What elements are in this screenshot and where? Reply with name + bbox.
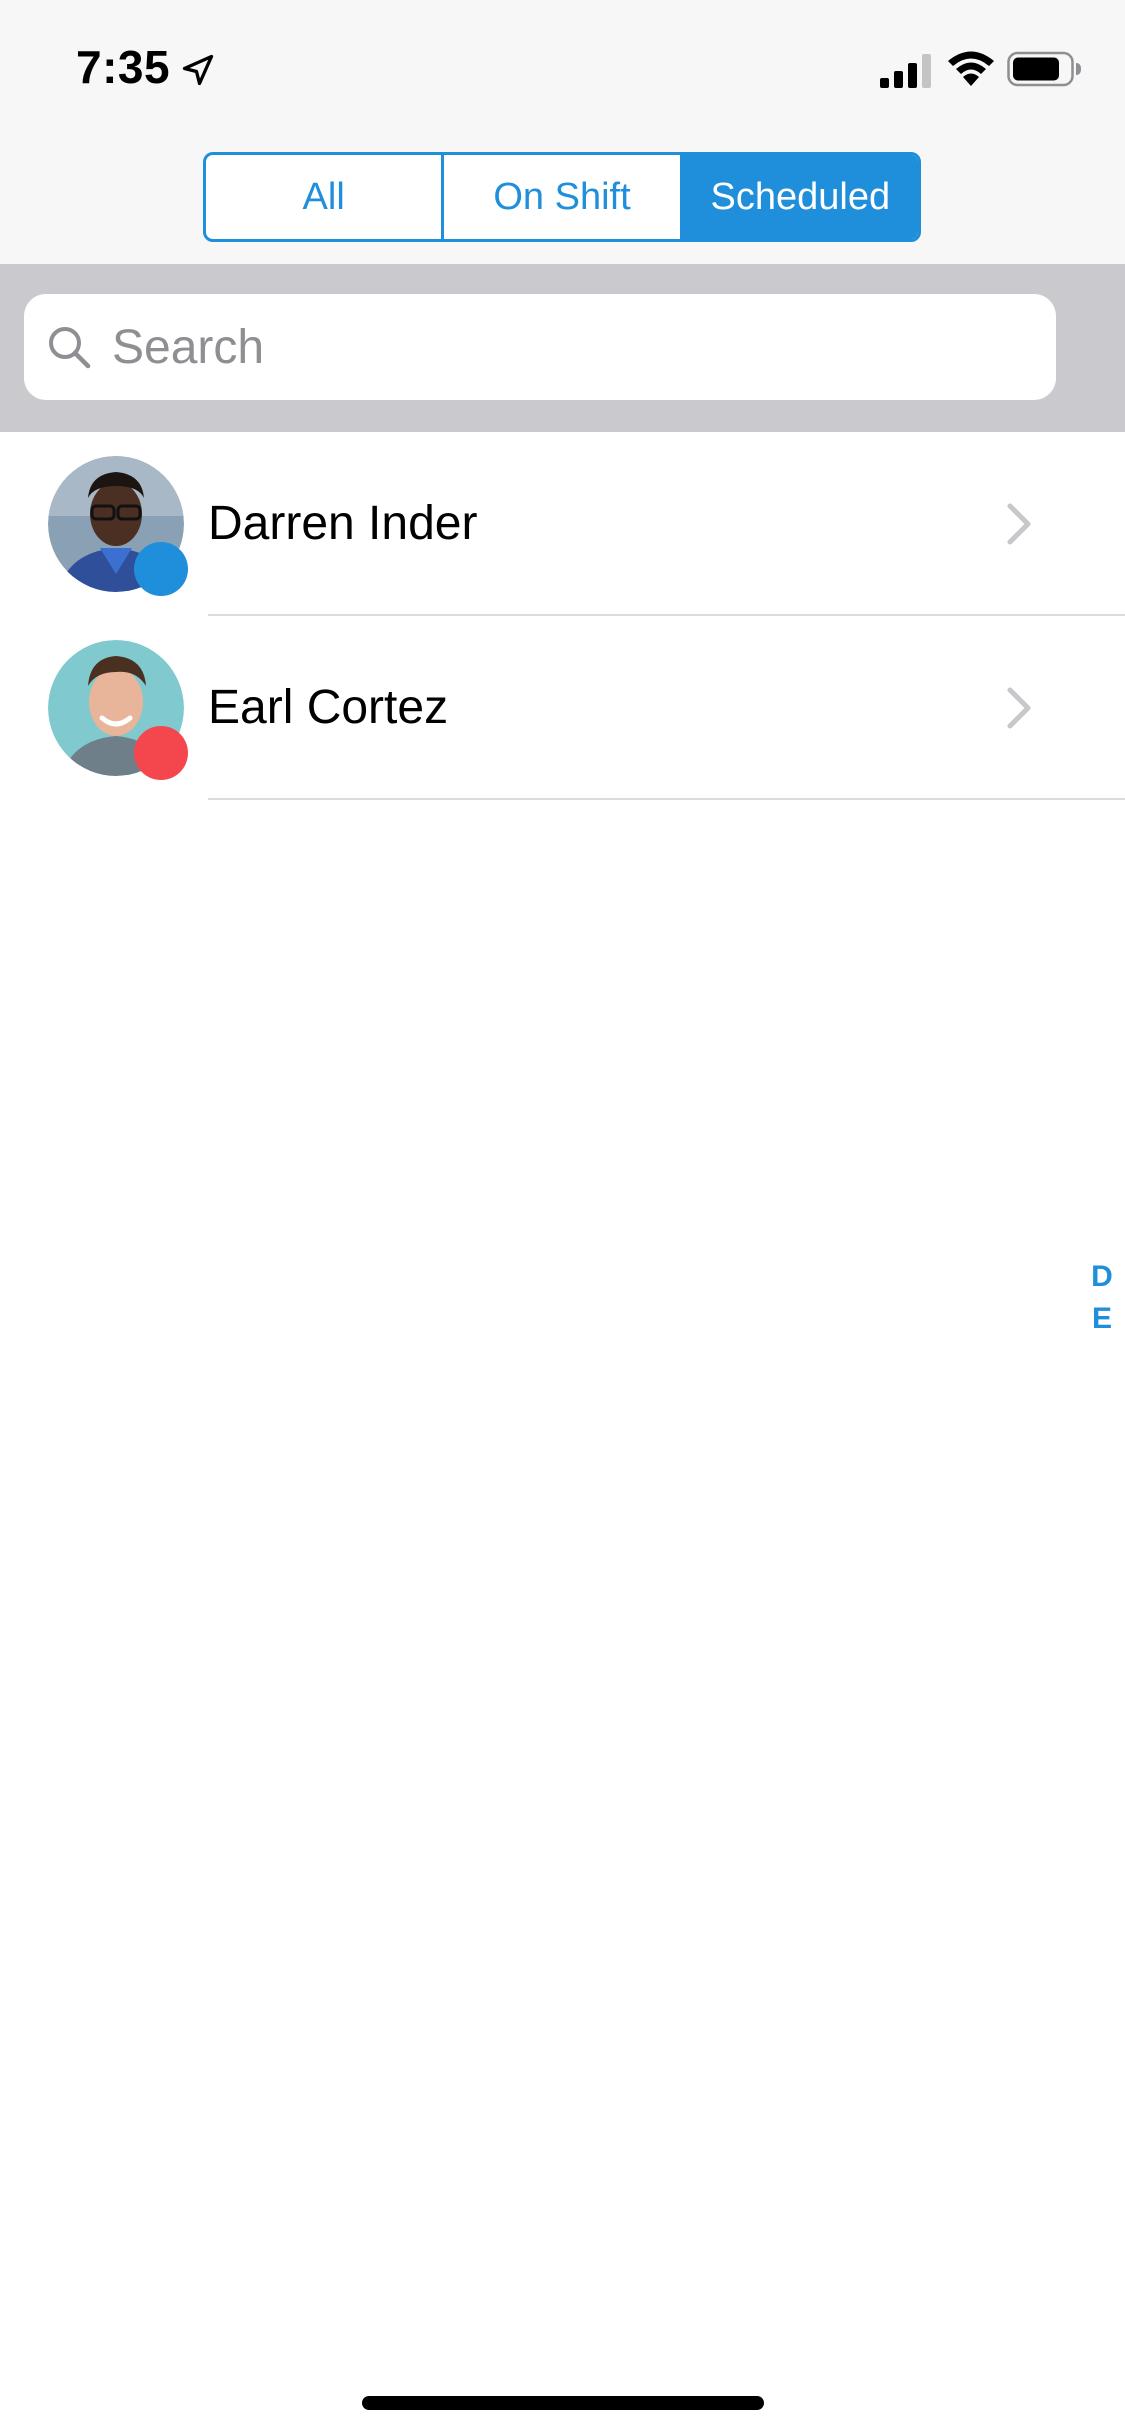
cellular-signal-icon — [880, 54, 931, 88]
search-icon — [49, 327, 91, 369]
segment-on-shift-label: On Shift — [493, 175, 631, 218]
segment-scheduled-label: Scheduled — [710, 175, 891, 218]
segment-on-shift[interactable]: On Shift — [444, 155, 683, 239]
status-time: 7:35 — [76, 41, 171, 93]
segment-all-label: All — [302, 175, 345, 218]
chevron-right-icon — [1007, 687, 1031, 729]
section-index-letter-e[interactable]: E — [1092, 1298, 1112, 1340]
contacts-screen: 7:35 All On Shift Scheduled Search Darre… — [0, 0, 1125, 2436]
contact-row-darren-inder[interactable]: Darren Inder — [0, 432, 1125, 616]
location-arrow-icon — [182, 54, 214, 86]
filter-segmented-control: All On Shift Scheduled — [203, 152, 921, 242]
status-indicator-red — [134, 726, 188, 780]
wifi-icon — [948, 51, 994, 86]
battery-icon — [1007, 51, 1081, 87]
search-bar-container — [0, 264, 1125, 432]
contact-list: Darren Inder Earl Cortez — [0, 432, 1125, 800]
status-indicator-blue — [134, 542, 188, 596]
segment-all[interactable]: All — [206, 155, 445, 239]
contact-name: Earl Cortez — [208, 681, 449, 734]
chevron-right-icon — [1007, 503, 1031, 545]
contact-row-earl-cortez[interactable]: Earl Cortez — [0, 616, 1125, 800]
search-box[interactable] — [24, 294, 1056, 400]
search-input[interactable] — [112, 314, 1012, 380]
top-header: 7:35 All On Shift Scheduled — [0, 0, 1125, 264]
section-index: D E — [1088, 1256, 1116, 1340]
contact-name: Darren Inder — [208, 497, 478, 550]
section-index-letter-d[interactable]: D — [1091, 1256, 1113, 1298]
segment-scheduled[interactable]: Scheduled — [682, 155, 918, 239]
row-divider — [208, 798, 1125, 800]
avatar-container — [48, 640, 188, 780]
home-indicator[interactable] — [362, 2396, 764, 2410]
avatar-container — [48, 456, 188, 596]
